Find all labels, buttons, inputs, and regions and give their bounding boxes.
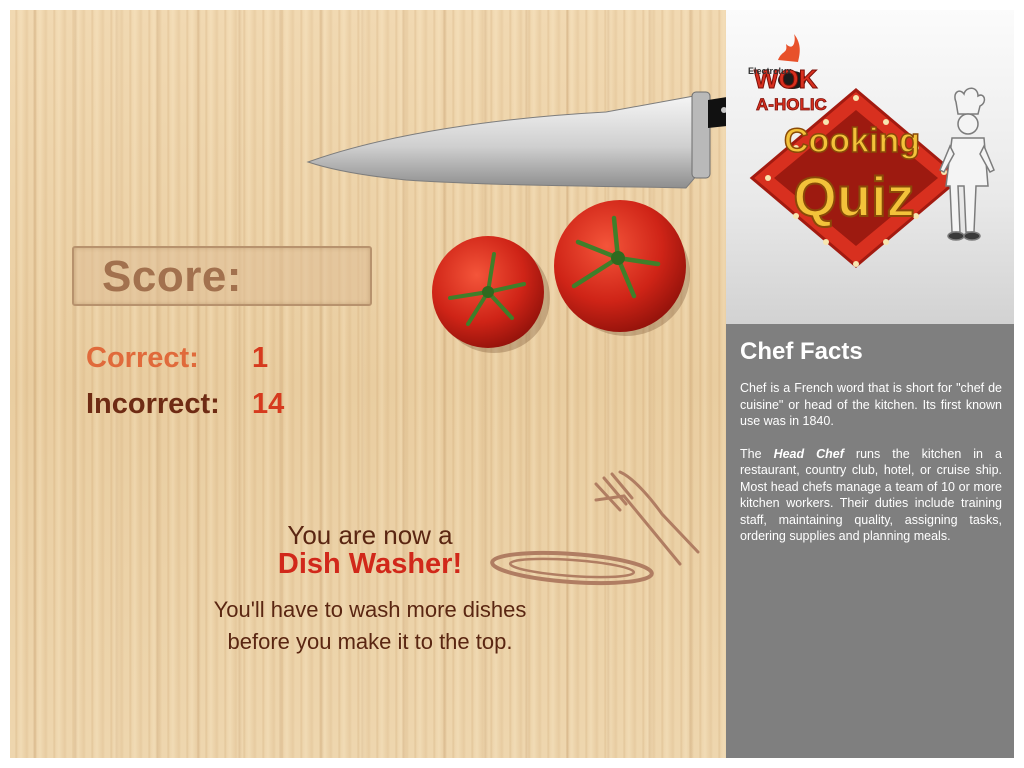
facts-paragraph-1: Chef is a French word that is short for …	[740, 381, 1002, 428]
score-label: Score:	[102, 252, 242, 301]
svg-text:Quiz: Quiz	[793, 165, 914, 228]
tomato-icon	[432, 236, 550, 353]
chef-facts-panel: Chef Facts Chef is a French word that is…	[726, 324, 1014, 758]
facts-title: Chef Facts	[740, 338, 863, 365]
brand-name: Electrolux	[748, 66, 792, 76]
result-rank: Dish Washer!	[277, 548, 463, 580]
knife-icon	[306, 91, 746, 189]
result-message-line1: You'll have to wash more dishes	[213, 597, 527, 622]
quiz-result-screen: Score: Correct: 1 Incorrect: 14 You are	[10, 10, 1014, 758]
incorrect-count: 14	[252, 388, 285, 420]
correct-count: 1	[252, 342, 269, 374]
cutting-board: Score: Correct: 1 Incorrect: 14 You are	[10, 10, 746, 758]
logo-panel: WOK A-HOLIC Cooking Quiz Electrolux	[726, 10, 1014, 324]
svg-text:A-HOLIC: A-HOLIC	[756, 95, 827, 114]
head-chef-term: Head Chef	[773, 446, 844, 461]
facts-body: Chef is a French word that is short for …	[740, 380, 1002, 561]
result-message-line2: before you make it to the top.	[227, 629, 513, 654]
cooking-quiz-logo: WOK A-HOLIC Cooking Quiz	[749, 34, 995, 268]
tomato-icon	[554, 200, 690, 336]
correct-label: Correct:	[86, 342, 199, 374]
result-intro: You are now a	[287, 520, 453, 550]
chef-icon	[939, 87, 995, 241]
score-box: Score:	[72, 246, 372, 306]
svg-text:Cooking: Cooking	[784, 122, 920, 160]
incorrect-label: Incorrect:	[86, 388, 220, 420]
facts-paragraph-2: The Head Chef runs the kitchen in a rest…	[740, 446, 1002, 544]
